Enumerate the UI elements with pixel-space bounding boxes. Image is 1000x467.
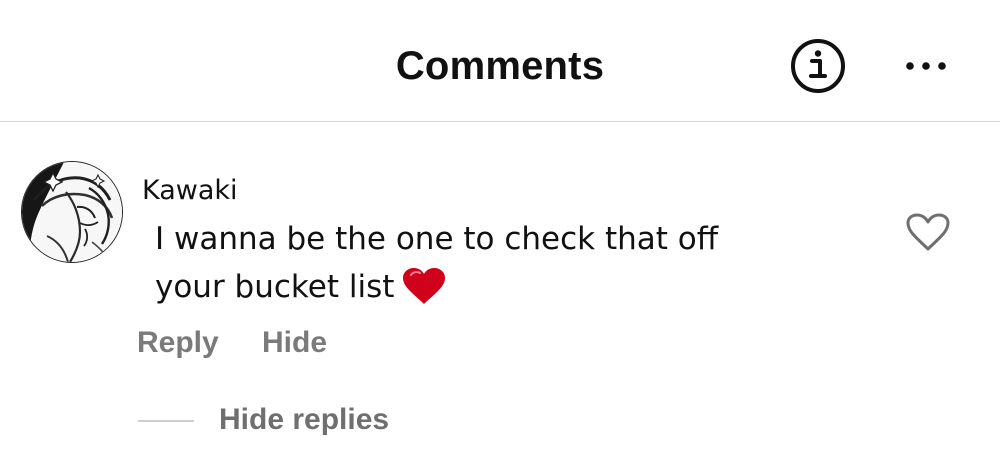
more-options-icon[interactable] [900,56,952,76]
reply-button[interactable]: Reply [137,326,219,360]
comment-username[interactable]: Kawaki [142,175,238,206]
avatar[interactable] [21,161,123,263]
comment-item: Kawaki I wanna be the one to check that … [0,123,1000,467]
comments-header: Comments [0,0,1000,122]
page-title: Comments [395,44,605,88]
hide-button[interactable]: Hide [262,326,327,360]
avatar-illustration [22,162,122,262]
info-icon[interactable] [790,38,846,94]
hide-replies-button[interactable]: Hide replies [219,403,389,437]
heart-emoji-icon [403,268,446,304]
heart-outline-icon[interactable] [906,213,950,253]
comment-body: I wanna be the one to check that off you… [155,215,775,311]
replies-divider-line [138,420,194,422]
